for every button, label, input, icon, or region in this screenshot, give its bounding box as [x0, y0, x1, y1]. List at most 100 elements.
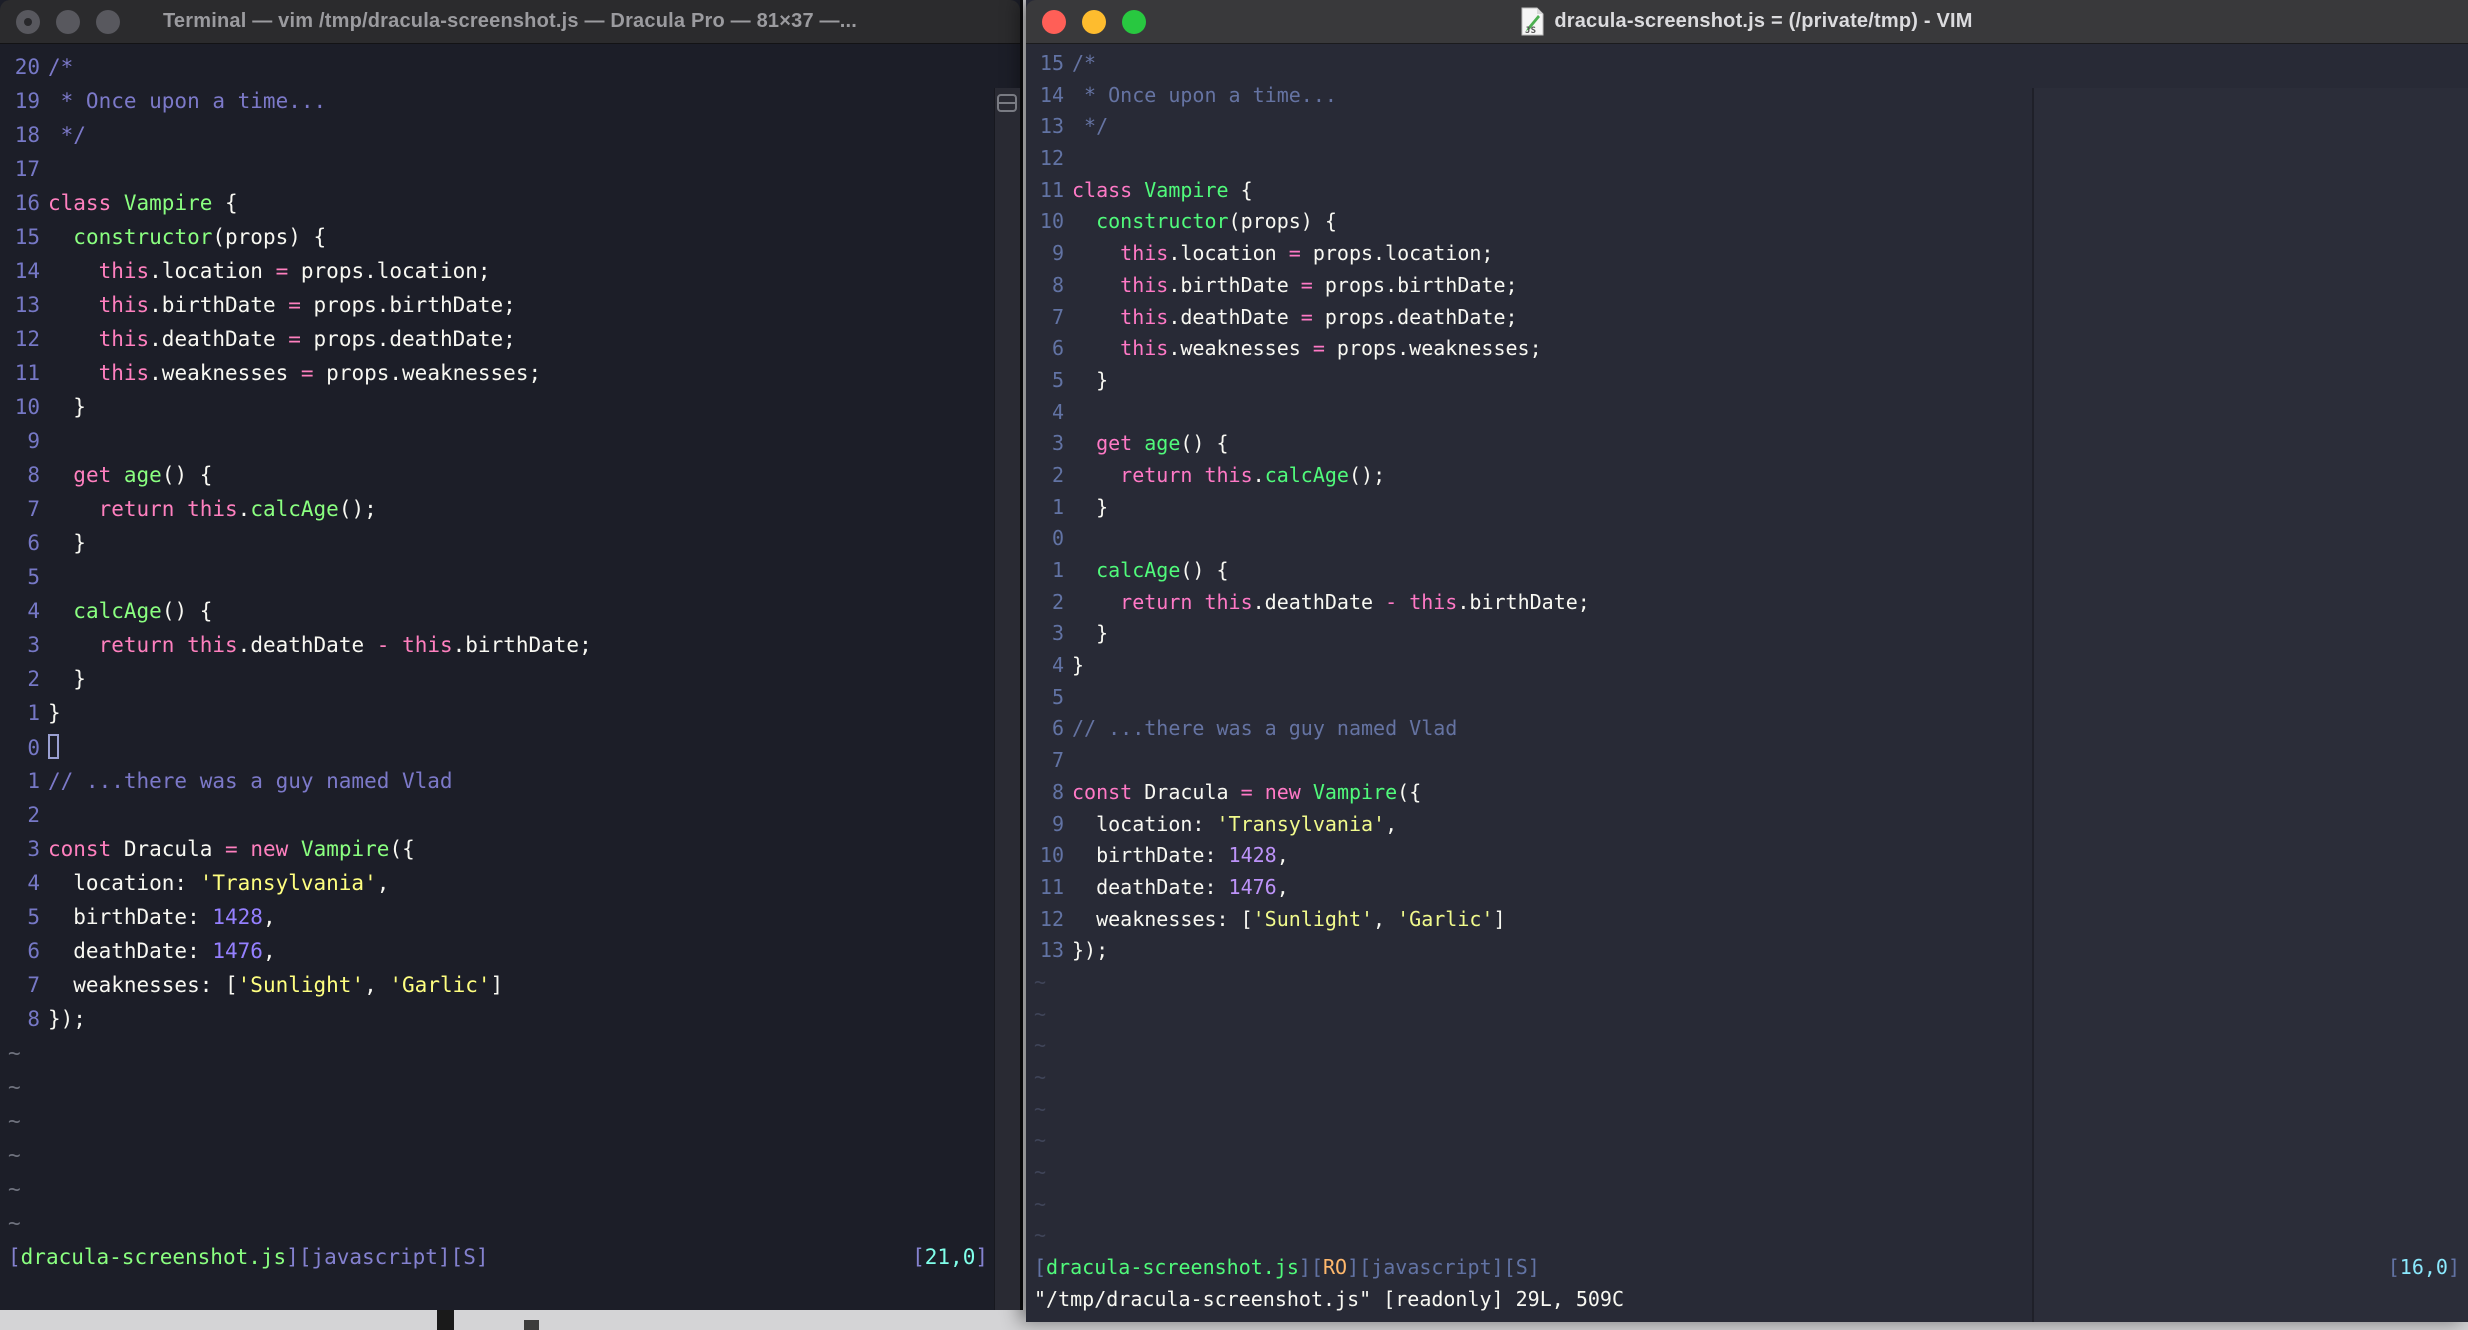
code-line[interactable]: 1 // ...there was a guy named Vlad — [8, 764, 988, 798]
code-line[interactable]: 4} — [1034, 650, 2460, 682]
code-line[interactable]: 5 — [8, 560, 988, 594]
terminal-scrollbar-track[interactable] — [994, 88, 1020, 1310]
code-line[interactable]: 9 this.location = props.location; — [1034, 238, 2460, 270]
macvim-body[interactable]: 15/* 14 * Once upon a time... 13 */12 11 cla… — [1026, 44, 2468, 1322]
code-line[interactable]: 4 calcAge() { — [8, 594, 988, 628]
code-line[interactable]: 2 return this.deathDate - this.birthDate… — [1034, 587, 2460, 619]
macvim-titlebar[interactable]: JS dracula-screenshot.js = (/private/tmp… — [1026, 0, 2468, 44]
code-line[interactable]: 12 — [1034, 143, 2460, 175]
code-line[interactable]: 18 */ — [8, 118, 988, 152]
close-button[interactable] — [1042, 10, 1066, 34]
minimize-button[interactable] — [1082, 10, 1106, 34]
line-number: 7 — [1051, 304, 1064, 329]
code-line[interactable]: 5 birthDate: 1428, — [8, 900, 988, 934]
code-line[interactable]: 8}); — [8, 1002, 988, 1036]
terminal-window[interactable]: Terminal — vim /tmp/dracula-screenshot.j… — [0, 0, 1023, 1310]
code-line[interactable]: 19 * Once upon a time... — [8, 84, 988, 118]
minimize-button[interactable] — [56, 10, 80, 34]
terminal-vim-body[interactable]: 20/* 19 * Once upon a time... 18 */17 16 cla… — [0, 44, 1020, 1310]
line-number: 10 — [14, 395, 40, 419]
code-line[interactable]: 5 } — [1034, 365, 2460, 397]
code-line[interactable]: 2 — [8, 798, 988, 832]
code-line[interactable]: 10 } — [8, 390, 988, 424]
code-line[interactable]: 5 — [1034, 682, 2460, 714]
code-token: */ — [1072, 114, 1109, 139]
code-line[interactable]: 4 — [1034, 397, 2460, 429]
code-area[interactable]: 15/* 14 * Once upon a time... 13 */12 11 cla… — [1026, 44, 2468, 1322]
code-line[interactable]: 10 birthDate: 1428, — [1034, 840, 2460, 872]
code-line[interactable]: 13 this.birthDate = props.birthDate; — [8, 288, 988, 322]
code-line[interactable]: 7 return this.calcAge(); — [8, 492, 988, 526]
code-line[interactable]: 1 } — [1034, 492, 2460, 524]
code-line[interactable]: 20 /* — [8, 50, 988, 84]
code-line[interactable]: 3 } — [1034, 618, 2460, 650]
code-line[interactable]: 14 this.location = props.location; — [8, 254, 988, 288]
code-line[interactable]: 11 deathDate: 1476, — [1034, 872, 2460, 904]
code-token: birthDate: — [48, 905, 213, 929]
code-line[interactable]: 9 — [8, 424, 988, 458]
line-number: 1 — [1051, 494, 1064, 519]
code-line[interactable]: 6 deathDate: 1476, — [8, 934, 988, 968]
code-line[interactable]: 15 /* — [1034, 48, 2460, 80]
code-line[interactable]: 2 return this.calcAge(); — [1034, 460, 2460, 492]
code-line[interactable]: 15 constructor(props) { — [8, 220, 988, 254]
code-token: . — [237, 497, 251, 521]
code-line[interactable]: 0 — [1034, 523, 2460, 555]
code-token: class — [48, 191, 112, 215]
code-token: (props) { — [1228, 209, 1337, 234]
code-line[interactable]: 12 this.deathDate = props.deathDate; — [8, 322, 988, 356]
code-line[interactable]: 8 get age() { — [8, 458, 988, 492]
code-line[interactable]: 8 this.birthDate = props.birthDate; — [1034, 270, 2460, 302]
code-line[interactable]: 6 // ...there was a guy named Vlad — [1034, 713, 2460, 745]
code-line[interactable]: 3 const Dracula = new Vampire({ — [8, 832, 988, 866]
code-token: deathDate: — [48, 939, 213, 963]
code-line[interactable]: 1 calcAge() { — [1034, 555, 2460, 587]
zoom-button[interactable] — [1122, 10, 1146, 34]
close-button[interactable] — [16, 10, 40, 34]
code-line[interactable]: 4 location: 'Transylvania', — [8, 866, 988, 900]
code-area[interactable]: 20/* 19 * Once upon a time... 18 */17 16 cla… — [0, 44, 1020, 1310]
code-token: * Once upon a time... — [1072, 82, 1337, 107]
terminal-titlebar[interactable]: Terminal — vim /tmp/dracula-screenshot.j… — [0, 0, 1020, 44]
code-line[interactable]: 13 */ — [1034, 111, 2460, 143]
code-token: [ — [2387, 1255, 2400, 1280]
code-token: this — [1120, 272, 1169, 297]
code-line[interactable]: 13}); — [1034, 935, 2460, 967]
code-token: get — [73, 463, 112, 487]
vim-status-line: [dracula-screenshot.js][javascript][S] [2… — [8, 1240, 988, 1274]
code-line[interactable]: 2 } — [8, 662, 988, 696]
code-line[interactable]: 9 location: 'Transylvania', — [1034, 809, 2460, 841]
code-token: = — [225, 837, 238, 861]
code-line[interactable]: 10 constructor(props) { — [1034, 206, 2460, 238]
code-line[interactable]: 8 const Dracula = new Vampire({ — [1034, 777, 2460, 809]
split-pane-icon[interactable] — [997, 94, 1017, 112]
code-token: this — [1204, 589, 1253, 614]
code-line[interactable]: 1} — [8, 696, 988, 730]
code-token: calcAge — [1096, 558, 1181, 582]
code-line[interactable]: 17 — [8, 152, 988, 186]
macvim-window[interactable]: JS dracula-screenshot.js = (/private/tmp… — [1026, 0, 2468, 1322]
code-line[interactable]: 0 — [8, 730, 988, 764]
code-line[interactable]: 7 — [1034, 745, 2460, 777]
code-line[interactable]: 12 weaknesses: ['Sunlight', 'Garlic'] — [1034, 904, 2460, 936]
code-line[interactable]: 7 this.deathDate = props.deathDate; — [1034, 302, 2460, 334]
code-line[interactable]: 7 weaknesses: ['Sunlight', 'Garlic'] — [8, 968, 988, 1002]
code-line[interactable]: 11 class Vampire { — [1034, 175, 2460, 207]
code-line[interactable]: 3 get age() { — [1034, 428, 2460, 460]
code-line[interactable]: 14 * Once upon a time... — [1034, 80, 2460, 112]
js-document-icon: JS — [1521, 7, 1544, 36]
zoom-button[interactable] — [96, 10, 120, 34]
code-token: this — [98, 259, 150, 283]
code-line[interactable]: 11 this.weaknesses = props.weaknesses; — [8, 356, 988, 390]
code-line[interactable]: 6 this.weaknesses = props.weaknesses; — [1034, 333, 2460, 365]
code-line[interactable]: 3 return this.deathDate - this.birthDate… — [8, 628, 988, 662]
code-line[interactable]: 6 } — [8, 526, 988, 560]
code-token: } — [48, 701, 61, 725]
code-line[interactable]: 16 class Vampire { — [8, 186, 988, 220]
